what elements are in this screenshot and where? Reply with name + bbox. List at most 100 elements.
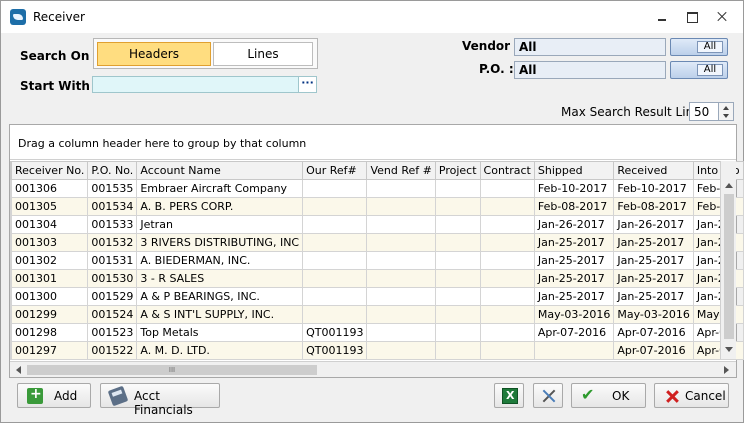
- column-header[interactable]: Project: [434, 161, 481, 180]
- table-cell[interactable]: [479, 179, 535, 198]
- table-cell[interactable]: [302, 305, 368, 324]
- table-cell[interactable]: 001535: [87, 179, 138, 198]
- cancel-button[interactable]: Cancel: [654, 383, 729, 408]
- table-cell[interactable]: [366, 305, 436, 324]
- table-cell[interactable]: QT001193: [302, 323, 368, 342]
- table-cell[interactable]: [434, 215, 481, 234]
- table-cell[interactable]: Jan-26-2017: [613, 215, 694, 234]
- table-cell[interactable]: Jetran: [136, 215, 304, 234]
- table-cell[interactable]: [434, 197, 481, 216]
- table-cell[interactable]: Jan-25-2017: [533, 251, 615, 270]
- table-cell[interactable]: 001302: [10, 251, 89, 270]
- table-cell[interactable]: [479, 251, 535, 270]
- table-cell[interactable]: [479, 215, 535, 234]
- table-cell[interactable]: Feb-08-2017: [613, 197, 694, 216]
- table-cell[interactable]: 001305: [10, 197, 89, 216]
- tools-button[interactable]: [533, 383, 563, 408]
- table-cell[interactable]: [434, 341, 481, 360]
- table-cell[interactable]: A. B. PERS CORP.: [136, 197, 304, 216]
- table-cell[interactable]: Jan-25-2017: [533, 287, 615, 306]
- table-cell[interactable]: 001304: [10, 215, 89, 234]
- table-cell[interactable]: 001303: [10, 233, 89, 252]
- table-cell[interactable]: Feb-08-2017: [533, 197, 615, 216]
- lines-mode-button[interactable]: Lines: [213, 42, 313, 66]
- table-cell[interactable]: [479, 233, 535, 252]
- group-by-panel[interactable]: Drag a column header here to group by th…: [10, 125, 736, 160]
- table-cell[interactable]: 001529: [87, 287, 138, 306]
- table-row[interactable]: 001297 001522 A. M. D. LTD. QT001193 Apr-07-…: [10, 341, 744, 360]
- column-header[interactable]: Our Ref#: [302, 161, 368, 180]
- table-cell[interactable]: 3 - R SALES: [136, 269, 304, 288]
- table-cell[interactable]: 3 RIVERS DISTRIBUTING, INC: [136, 233, 304, 252]
- table-cell[interactable]: Feb-10-2017: [613, 179, 694, 198]
- table-cell[interactable]: A & S INT'L SUPPLY, INC.: [136, 305, 304, 324]
- acct-financials-button[interactable]: Acct Financials: [100, 383, 220, 417]
- column-header[interactable]: Account Name: [136, 161, 304, 180]
- table-cell[interactable]: [302, 251, 368, 270]
- table-cell[interactable]: A & P BEARINGS, INC.: [136, 287, 304, 306]
- table-row[interactable]: 001305 001534 A. B. PERS CORP. Feb-08-2017 F…: [10, 197, 744, 216]
- table-cell[interactable]: Jan-25-2017: [533, 269, 615, 288]
- table-row[interactable]: 001304 001533 Jetran Jan-26-2017 Jan-26-2017…: [10, 215, 744, 234]
- export-excel-button[interactable]: [494, 383, 524, 408]
- table-cell[interactable]: 001530: [87, 269, 138, 288]
- table-cell[interactable]: QT001193: [302, 341, 368, 360]
- maximize-button[interactable]: [680, 7, 704, 27]
- vertical-scroll-thumb[interactable]: [724, 194, 734, 339]
- close-button[interactable]: [710, 7, 734, 27]
- column-header[interactable]: Shipped: [533, 161, 615, 180]
- column-header[interactable]: Vend Ref #: [366, 161, 436, 180]
- table-cell[interactable]: [302, 179, 368, 198]
- scroll-down-icon[interactable]: [725, 347, 733, 352]
- table-cell[interactable]: [479, 197, 535, 216]
- max-lines-spinner[interactable]: [719, 102, 734, 121]
- start-with-lookup-button[interactable]: ···: [299, 76, 317, 93]
- table-cell[interactable]: [479, 269, 535, 288]
- table-cell[interactable]: [434, 179, 481, 198]
- table-cell[interactable]: 001533: [87, 215, 138, 234]
- table-cell[interactable]: [479, 341, 535, 360]
- table-row[interactable]: 001302 001531 A. BIEDERMAN, INC. Jan-25-201…: [10, 251, 744, 270]
- table-cell[interactable]: Jan-25-2017: [533, 233, 615, 252]
- table-row[interactable]: 001298 001523 Top Metals QT001193 Apr-07-201…: [10, 323, 744, 342]
- table-cell[interactable]: Apr-07-2016: [613, 341, 694, 360]
- table-cell[interactable]: [434, 251, 481, 270]
- table-cell[interactable]: Jan-25-2017: [613, 251, 694, 270]
- table-cell[interactable]: [366, 179, 436, 198]
- table-row[interactable]: 001299 001524 A & S INT'L SUPPLY, INC. May-…: [10, 305, 744, 324]
- table-cell[interactable]: 001297: [10, 341, 89, 360]
- table-cell[interactable]: 001523: [87, 323, 138, 342]
- table-cell[interactable]: [366, 215, 436, 234]
- table-cell[interactable]: Jan-25-2017: [613, 287, 694, 306]
- po-field[interactable]: All: [514, 61, 666, 79]
- table-cell[interactable]: [434, 323, 481, 342]
- table-cell[interactable]: 001524: [87, 305, 138, 324]
- table-cell[interactable]: [366, 269, 436, 288]
- table-cell[interactable]: Jan-25-2017: [613, 233, 694, 252]
- vertical-scrollbar[interactable]: [720, 161, 736, 359]
- table-cell[interactable]: [366, 251, 436, 270]
- table-cell[interactable]: [479, 305, 535, 324]
- table-row[interactable]: 001301 001530 3 - R SALES Jan-25-2017 Jan-25…: [10, 269, 744, 288]
- table-cell[interactable]: Jan-26-2017: [533, 215, 615, 234]
- table-cell[interactable]: [434, 287, 481, 306]
- start-with-input[interactable]: [92, 76, 299, 93]
- table-cell[interactable]: 001531: [87, 251, 138, 270]
- minimize-button[interactable]: [650, 7, 674, 27]
- table-cell[interactable]: 001306: [10, 179, 89, 198]
- add-button[interactable]: Add: [17, 383, 91, 408]
- horizontal-scrollbar[interactable]: III: [10, 361, 736, 377]
- table-row[interactable]: 001300 001529 A & P BEARINGS, INC. Jan-25-2…: [10, 287, 744, 306]
- table-cell[interactable]: [366, 287, 436, 306]
- table-cell[interactable]: [302, 197, 368, 216]
- table-cell[interactable]: [533, 341, 615, 360]
- table-cell[interactable]: A. M. D. LTD.: [136, 341, 304, 360]
- table-row[interactable]: 001303 001532 3 RIVERS DISTRIBUTING, INC Ja…: [10, 233, 744, 252]
- table-cell[interactable]: [302, 215, 368, 234]
- table-cell[interactable]: [434, 233, 481, 252]
- scroll-left-icon[interactable]: [16, 366, 21, 374]
- vendor-field[interactable]: All: [514, 38, 666, 56]
- table-cell[interactable]: Apr-07-2016: [533, 323, 615, 342]
- table-cell[interactable]: Apr-07-2016: [613, 323, 694, 342]
- po-all-button[interactable]: All: [670, 61, 728, 79]
